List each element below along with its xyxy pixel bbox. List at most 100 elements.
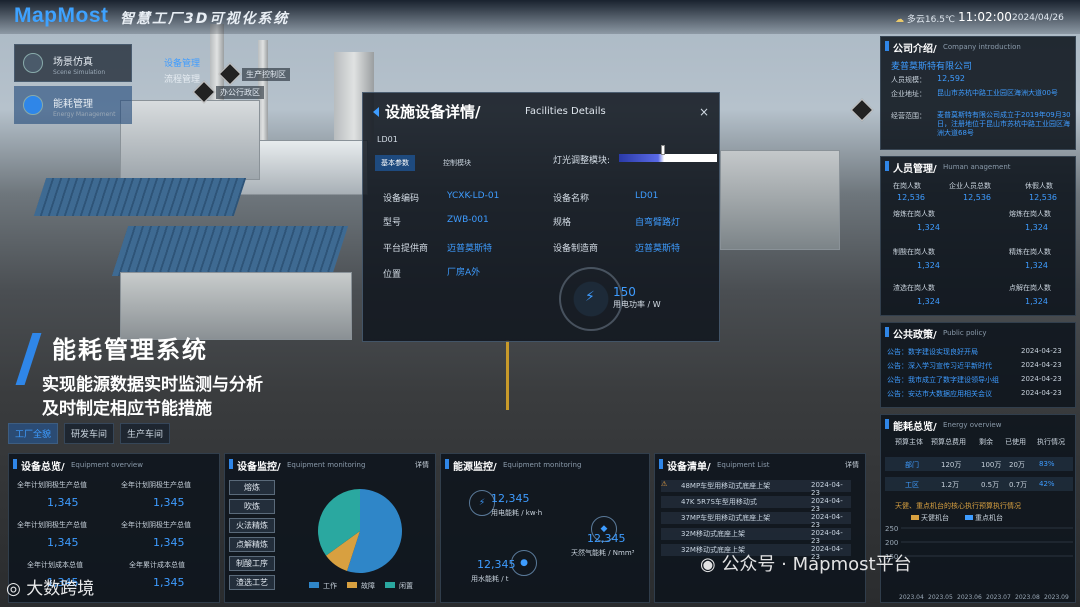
slider-handle[interactable]	[661, 145, 665, 155]
scope-value: 麦普莫斯特有限公司成立于2019年09月30日，注册地位于昆山市苏杭中路工业园区…	[937, 111, 1071, 137]
nav-scene-simulation[interactable]: 场景仿真 Scene Simulation	[14, 44, 132, 82]
warehouse-roof	[111, 226, 349, 276]
policy-date: 2024-04-23	[1021, 347, 1062, 355]
stat-value: 1,345	[153, 576, 185, 589]
process-button[interactable]: 吹炼	[229, 499, 275, 514]
process-button[interactable]: 制酸工序	[229, 556, 275, 571]
equip-list-panel: 设备清单/ Equipment List 详情 ⚠ 48MP车型用移动式底座上架…	[654, 453, 866, 603]
weather: ☁ 多云16.5℃	[895, 12, 955, 25]
tab-rd-workshop[interactable]: 研发车间	[64, 423, 115, 444]
x-tick-label: 2023.05	[928, 594, 953, 601]
policy-date: 2024-04-23	[1021, 375, 1062, 383]
chart-caption: 天健、重点机台的核心执行预算执行情况	[895, 502, 1021, 510]
tab-factory-overview[interactable]: 工厂全貌	[8, 423, 59, 444]
policy-item[interactable]: 公告：安达市大数据应用相关会议	[887, 389, 992, 399]
list-item-date: 2024-04-23	[811, 481, 843, 497]
panel-title-en: Company introduction	[943, 43, 1021, 51]
table-cell: 120万	[941, 461, 962, 469]
x-tick-label: 2023.09	[1044, 594, 1069, 601]
panel-title: 人员管理/	[893, 164, 937, 175]
energy-monitor-panel: 能源监控/ Equipment monitoring ⚡ 12,345 用电能耗…	[440, 453, 650, 603]
list-item[interactable]: 32M移动式底座上架 2024-04-23	[661, 528, 851, 545]
tab-basic-params[interactable]: 基本参数	[375, 155, 415, 171]
zone-tag-office[interactable]: 办公行政区	[216, 86, 264, 99]
top-bar: MapMost 智慧工厂3D可视化系统 ☁ 多云16.5℃ 11:02:00 2…	[0, 0, 1080, 34]
table-header: 预算主体	[895, 438, 923, 446]
nav-energy-label: 能耗管理	[53, 99, 93, 110]
hr-row-label: 熔炼在岗人数	[893, 210, 935, 218]
tab-production-workshop[interactable]: 生产车间	[120, 423, 171, 444]
watermark-logo-icon: ◎	[6, 579, 27, 599]
title-arrow-icon	[373, 107, 379, 117]
hr-top-value: 12,536	[897, 193, 925, 202]
energy-label: 用水能耗 / t	[471, 575, 509, 583]
process-button[interactable]: 点解精炼	[229, 537, 275, 552]
list-item[interactable]: 37MP车型用移动式底座上架 2024-04-23	[661, 512, 851, 529]
scene-icon	[23, 53, 43, 73]
title-accent	[659, 459, 663, 469]
table-header: 执行情况	[1037, 438, 1065, 446]
hr-top-value: 12,536	[963, 193, 991, 202]
list-item[interactable]: 47K 5R7S车型用移动式 2024-04-23	[661, 496, 851, 513]
light-slider[interactable]	[619, 154, 717, 162]
nav-process-mgmt[interactable]: 流程管理	[164, 72, 200, 85]
list-item-date: 2024-04-23	[811, 497, 843, 513]
zone-tag-production[interactable]: 生产控制区	[242, 68, 290, 81]
staff-value: 12,592	[937, 74, 965, 83]
policy-panel: 公共政策/ Public policy 公告：数字建设实现良好开局 2024-0…	[880, 322, 1076, 408]
field-label: 设备名称	[553, 194, 590, 204]
hr-top-label: 企业人员总数	[949, 182, 991, 190]
process-button[interactable]: 火法精炼	[229, 518, 275, 533]
wechat-icon: ◉	[700, 554, 722, 575]
hr-row-label: 点解在岗人数	[1009, 284, 1051, 292]
field-value: 迈普莫斯特	[635, 244, 681, 254]
panel-title: 能耗总览/	[893, 422, 937, 433]
tab-control-module[interactable]: 控制模块	[437, 155, 477, 171]
legend-swatch	[309, 582, 319, 588]
panel-title-en: Equipment List	[717, 461, 770, 469]
table-header: 已使用	[1005, 438, 1026, 446]
table-header: 预算总费用	[931, 438, 966, 446]
stat-value: 1,345	[47, 536, 79, 549]
table-row: 工区 1.2万 0.5万 0.7万 42%	[885, 477, 1073, 491]
list-item[interactable]: ⚠ 48MP车型用移动式底座上架 2024-04-23	[661, 480, 851, 497]
stat-label: 全年计划阴极生产总值	[17, 521, 87, 529]
title-accent	[229, 459, 233, 469]
field-value: ZWB-001	[447, 215, 489, 225]
field-label: 位置	[383, 270, 402, 280]
scope-label: 经营范围：	[891, 112, 926, 120]
hr-top-label: 在岗人数	[893, 182, 921, 190]
list-item-date: 2024-04-23	[811, 513, 843, 529]
close-icon[interactable]: ×	[699, 105, 709, 119]
addr-label: 企业地址：	[891, 90, 926, 98]
policy-item[interactable]: 公告：数字建设实现良好开局	[887, 347, 978, 357]
modal-title: 设施设备详情/	[385, 103, 481, 121]
detail-link[interactable]: 详情	[845, 460, 859, 470]
legend-label: 闲置	[399, 582, 413, 590]
panel-title-en: Human anagement	[943, 163, 1011, 171]
hr-row-value: 1,324	[917, 261, 940, 270]
energy-label: 用电能耗 / kw·h	[491, 509, 543, 517]
table-cell: 42%	[1039, 480, 1055, 488]
nav-energy-management[interactable]: 能耗管理 Energy Management	[14, 86, 132, 124]
stat-value: 1,345	[47, 496, 79, 509]
hr-row-value: 1,324	[917, 223, 940, 232]
title-accent	[445, 459, 449, 469]
panel-title-en: Equipment overview	[71, 461, 143, 469]
company-name: 麦普莫斯特有限公司	[891, 62, 973, 72]
stat-value: 1,345	[153, 536, 185, 549]
process-button[interactable]: 熔炼	[229, 480, 275, 495]
process-button[interactable]: 渣选工艺	[229, 575, 275, 590]
headline-line1: 实现能源数据实时监测与分析	[42, 375, 263, 395]
nav-equipment-mgmt[interactable]: 设备管理	[164, 56, 200, 69]
detail-link[interactable]: 详情	[415, 460, 429, 470]
energy-icon	[23, 95, 43, 115]
hr-row-value: 1,324	[1025, 261, 1048, 270]
status-pie-chart	[318, 489, 402, 573]
panel-title: 能源监控/	[453, 462, 497, 473]
policy-item[interactable]: 公告：深入学习宣传习近平新时代	[887, 361, 992, 371]
panel-title: 设备清单/	[667, 462, 711, 473]
hr-row-label: 渣选在岗人数	[893, 284, 935, 292]
panel-title-en: Equipment monitoring	[287, 461, 366, 469]
policy-item[interactable]: 公告：我市成立了数字建设领导小组	[887, 375, 999, 385]
